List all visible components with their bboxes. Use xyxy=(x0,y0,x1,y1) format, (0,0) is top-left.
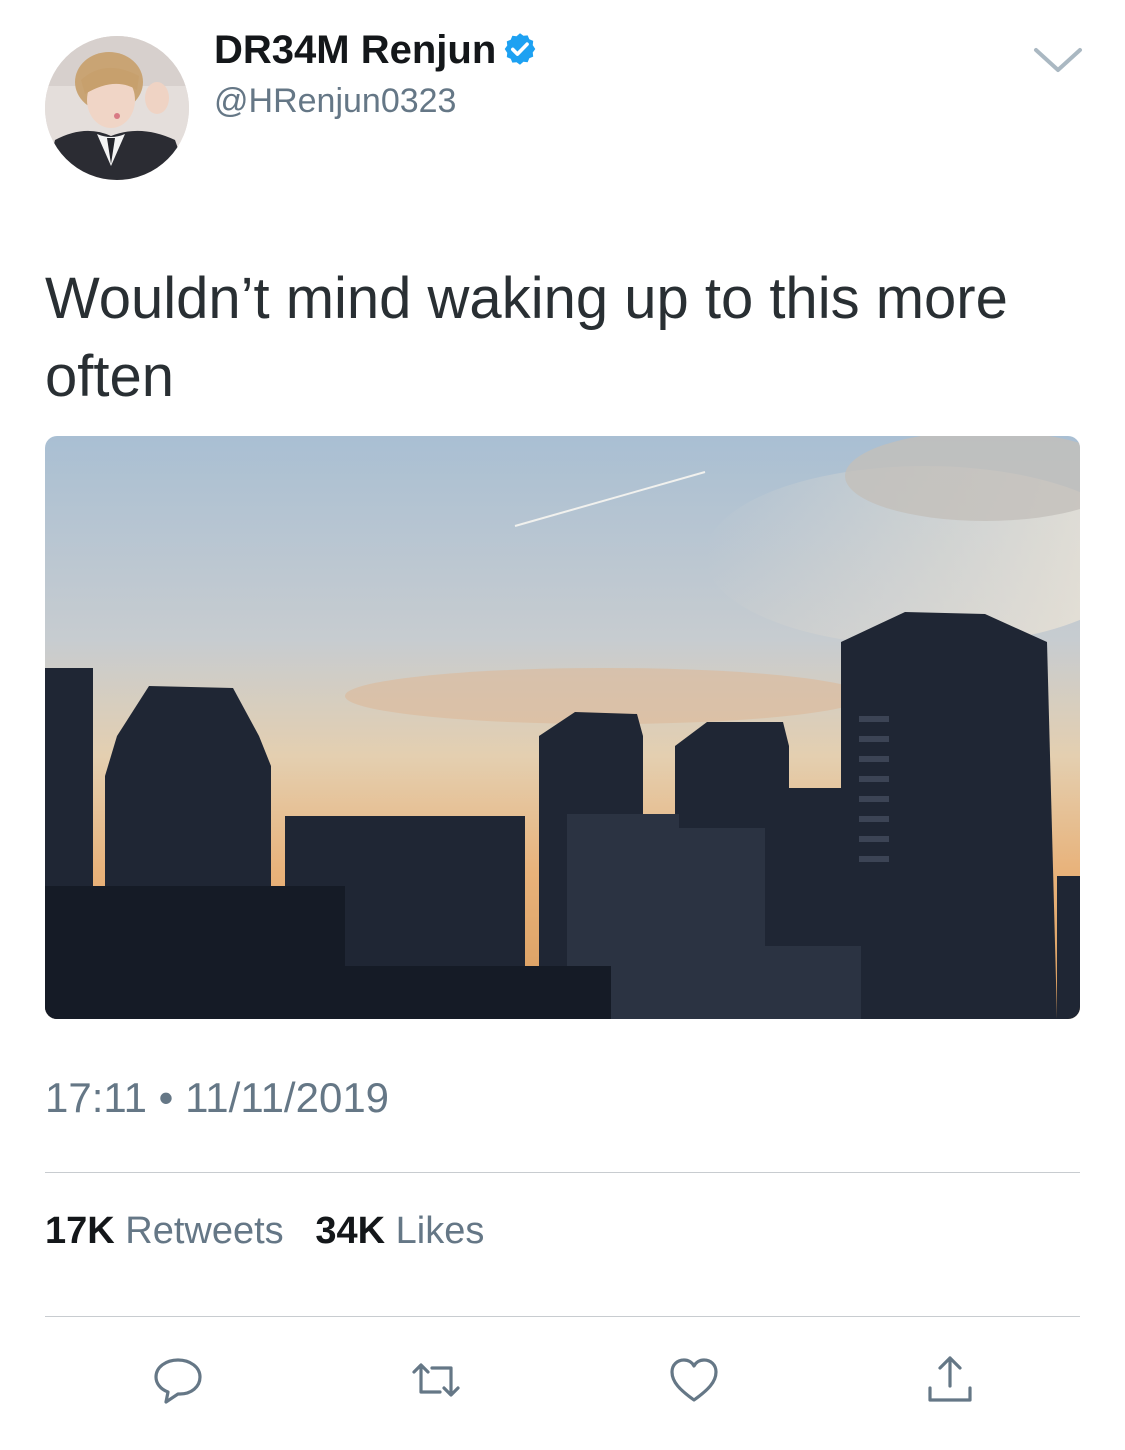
tweet-text: Wouldn’t mind waking up to this more oft… xyxy=(45,266,1008,409)
tweet-photo[interactable] xyxy=(45,436,1080,1019)
user-handle[interactable]: @HRenjun0323 xyxy=(214,82,456,121)
divider xyxy=(45,1316,1080,1317)
tweet-stats: 17K Retweets 34K Likes xyxy=(45,1210,484,1253)
retweets-label: Retweets xyxy=(125,1210,284,1252)
heart-icon xyxy=(666,1358,722,1412)
retweet-button[interactable] xyxy=(408,1352,464,1408)
likes-label: Likes xyxy=(395,1210,485,1252)
retweet-icon xyxy=(408,1363,464,1412)
divider xyxy=(45,1172,1080,1173)
display-name-text: DR34M Renjun xyxy=(214,28,497,72)
reply-button[interactable] xyxy=(150,1352,206,1408)
share-icon xyxy=(922,1356,978,1412)
retweets-count: 17K xyxy=(45,1210,115,1252)
tweet-date: 11/11/2019 xyxy=(185,1074,390,1121)
tweet-time: 17:11 xyxy=(45,1074,147,1121)
like-button[interactable] xyxy=(666,1352,722,1408)
chevron-down-icon[interactable] xyxy=(1030,42,1086,78)
display-name[interactable]: DR34M Renjun xyxy=(214,28,538,77)
retweets-stat[interactable]: 17K Retweets xyxy=(45,1210,284,1252)
likes-stat[interactable]: 34K Likes xyxy=(315,1210,484,1252)
tweet-timestamp: 17:11 • 11/11/2019 xyxy=(45,1074,389,1122)
separator-dot: • xyxy=(158,1074,174,1121)
verified-badge-icon xyxy=(502,31,538,77)
share-button[interactable] xyxy=(922,1352,978,1408)
avatar[interactable] xyxy=(45,36,189,180)
likes-count: 34K xyxy=(315,1210,386,1252)
reply-icon xyxy=(150,1358,206,1412)
